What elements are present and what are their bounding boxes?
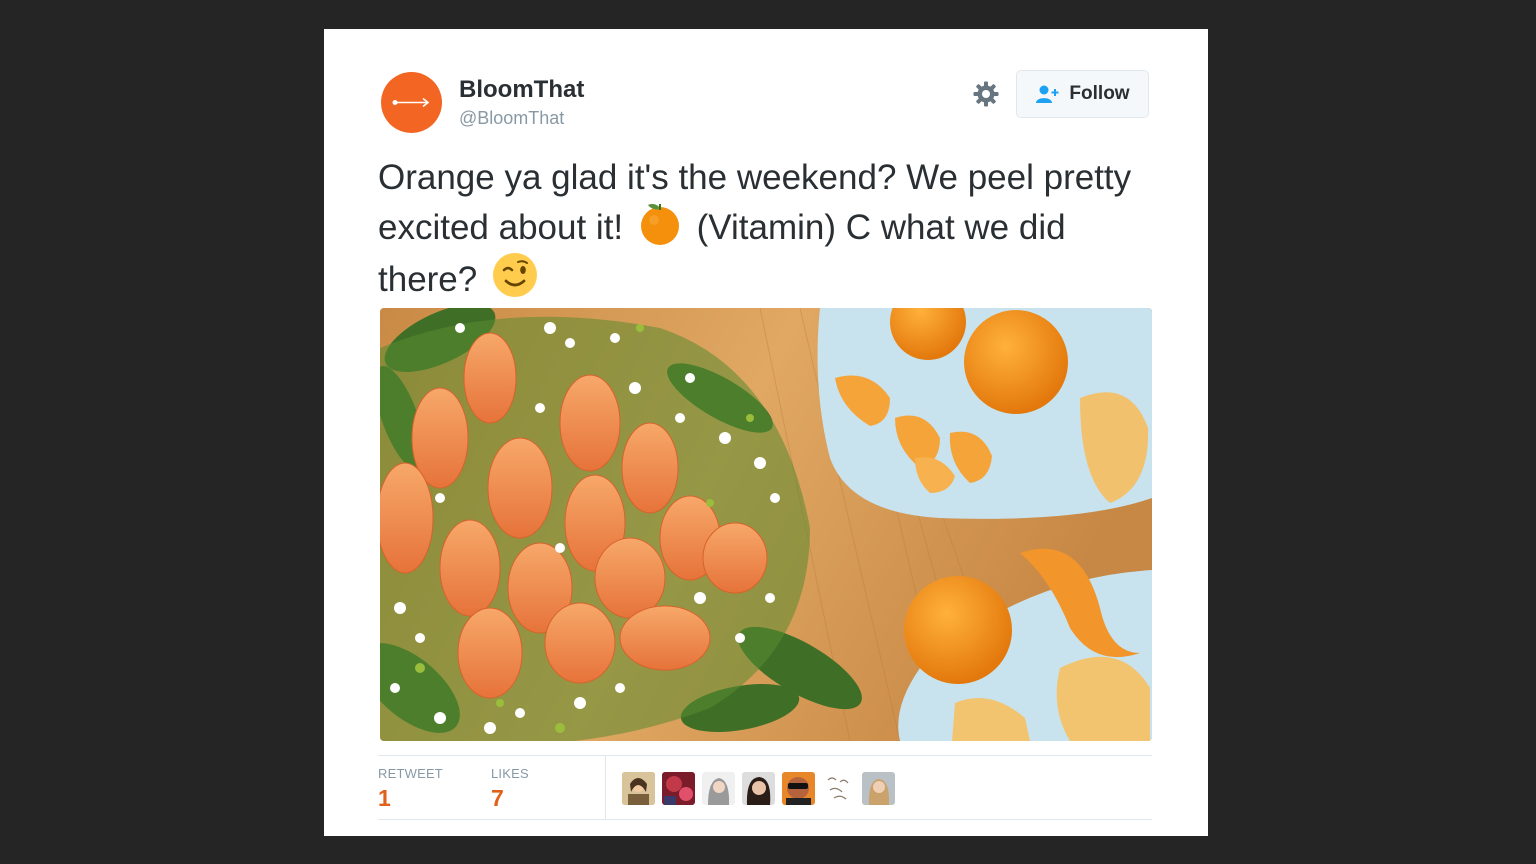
retweet-label: RETWEET [378,766,443,781]
flowers-and-tangerines-image [380,308,1152,741]
liker-avatar[interactable] [862,772,895,805]
likes-count[interactable]: 7 [491,785,504,812]
liker-avatar[interactable] [622,772,655,805]
stats-divider-vertical [605,756,606,819]
liker-avatar[interactable] [742,772,775,805]
arrow-logo-icon [392,97,430,108]
tweet-photo[interactable] [380,308,1152,741]
liker-avatar[interactable] [662,772,695,805]
liker-avatar[interactable] [782,772,815,805]
follow-button[interactable]: Follow [1016,70,1149,118]
liker-avatar[interactable] [702,772,735,805]
tweet-text: Orange ya glad it's the weekend? We peel… [378,155,1168,303]
liker-avatars [622,772,895,806]
liker-avatar[interactable] [822,772,855,805]
retweet-count[interactable]: 1 [378,785,391,812]
user-handle[interactable]: @BloomThat [459,108,564,129]
stats-divider-top [378,755,1152,756]
user-display-name[interactable]: BloomThat [459,76,584,104]
tangerine-emoji-icon [640,204,679,245]
follow-label: Follow [1069,83,1130,104]
gear-icon[interactable] [972,80,1000,108]
winking-face-emoji-icon [492,253,537,297]
tweet-card: BloomThat @BloomThat Follow Orange ya gl… [324,29,1208,836]
likes-label: LIKES [491,766,529,781]
stats-divider-bottom [378,819,1152,820]
add-user-icon [1036,85,1059,103]
user-avatar[interactable] [381,72,442,133]
